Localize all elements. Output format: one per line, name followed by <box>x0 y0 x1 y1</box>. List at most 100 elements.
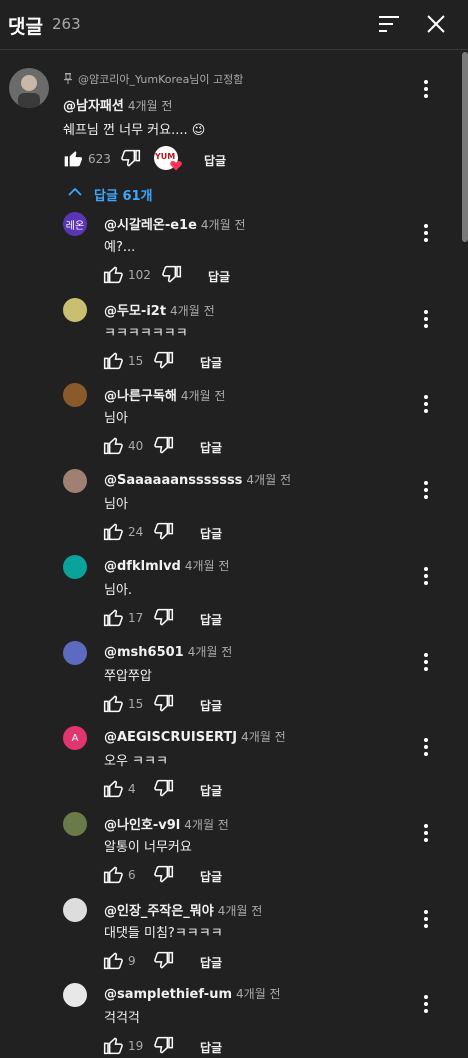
like-count: 4 <box>128 782 136 796</box>
comment-time[interactable]: 4개월 전 <box>241 730 286 744</box>
reply-button[interactable]: 답글 <box>208 268 230 285</box>
like-count: 6 <box>128 868 136 882</box>
avatar[interactable] <box>63 383 87 407</box>
avatar[interactable]: 레온 <box>63 212 87 236</box>
thumbs-down-icon[interactable] <box>154 351 174 371</box>
comment-time[interactable]: 4개월 전 <box>170 304 215 318</box>
comment-author[interactable]: @msh6501 <box>104 645 184 660</box>
scrollbar[interactable] <box>462 52 468 242</box>
comment-author[interactable]: @나른구독해 <box>104 389 177 404</box>
reply-button[interactable]: 답글 <box>200 954 222 971</box>
reply-button[interactable]: 답글 <box>200 782 222 799</box>
comment-time[interactable]: 4개월 전 <box>128 99 173 113</box>
more-options-icon[interactable] <box>424 310 428 331</box>
thumbs-down-icon[interactable] <box>121 149 141 169</box>
comment-author[interactable]: @남자패션 <box>63 99 124 114</box>
avatar[interactable]: A <box>63 726 87 750</box>
reply-button[interactable]: 답글 <box>200 354 222 371</box>
comment-author[interactable]: @samplethief-um <box>104 987 232 1002</box>
thumbs-up-icon[interactable] <box>103 264 123 284</box>
comment-author-line: @msh6501 4개월 전 <box>104 643 232 660</box>
thumbs-up-icon[interactable] <box>103 607 123 627</box>
more-options-icon[interactable] <box>424 567 428 588</box>
thumbs-up-icon[interactable] <box>63 148 83 168</box>
comment-text: 대댓들 미침?ㅋㅋㅋㅋ <box>104 926 223 941</box>
thumbs-up-icon[interactable] <box>103 864 123 884</box>
replies-toggle[interactable]: 답글 61개 <box>94 185 153 204</box>
reply-button[interactable]: 답글 <box>200 868 222 885</box>
reply-button[interactable]: 답글 <box>204 152 226 169</box>
avatar[interactable] <box>63 812 87 836</box>
avatar[interactable] <box>63 469 87 493</box>
comment-author[interactable]: @AEGISCRUISERTJ <box>104 730 237 745</box>
avatar[interactable] <box>63 898 87 922</box>
comment-time[interactable]: 4개월 전 <box>246 473 291 487</box>
chevron-up-icon[interactable] <box>68 187 82 197</box>
more-options-icon[interactable] <box>424 80 428 101</box>
thumbs-up-icon[interactable] <box>103 435 123 455</box>
more-options-icon[interactable] <box>424 738 428 759</box>
avatar[interactable] <box>63 983 87 1007</box>
comment-author[interactable]: @인장_주작은_뭐야 <box>104 904 214 919</box>
thumbs-up-icon[interactable] <box>103 350 123 370</box>
comment-author-line: @나인호-v9l 4개월 전 <box>104 814 229 833</box>
thumbs-down-icon[interactable] <box>154 608 174 628</box>
reply-button[interactable]: 답글 <box>200 525 222 542</box>
thumbs-down-icon[interactable] <box>154 865 174 885</box>
thumbs-down-icon[interactable] <box>154 694 174 714</box>
avatar[interactable] <box>63 298 87 322</box>
thumbs-down-icon[interactable] <box>154 436 174 456</box>
comment-time[interactable]: 4개월 전 <box>218 904 263 918</box>
thumbs-up-icon[interactable] <box>103 1035 123 1055</box>
comment-time[interactable]: 4개월 전 <box>185 559 230 573</box>
thumbs-down-icon[interactable] <box>154 951 174 971</box>
more-options-icon[interactable] <box>424 824 428 845</box>
comment-text: 오우 ㅋㅋㅋ <box>104 754 168 769</box>
comment-text: 님아 <box>104 411 128 426</box>
comment-time[interactable]: 4개월 전 <box>188 645 233 659</box>
comment-time[interactable]: 4개월 전 <box>201 218 246 232</box>
more-options-icon[interactable] <box>424 653 428 674</box>
comment-author[interactable]: @시갈레온-e1e <box>104 218 197 233</box>
avatar-initials: 레온 <box>65 220 85 232</box>
more-options-icon[interactable] <box>424 995 428 1016</box>
reply-button[interactable]: 답글 <box>200 1039 222 1056</box>
comment-author[interactable]: @Saaaaaansssssss <box>104 473 242 488</box>
comment-time[interactable]: 4개월 전 <box>236 987 281 1001</box>
thumbs-up-icon[interactable] <box>103 521 123 541</box>
more-options-icon[interactable] <box>424 481 428 502</box>
comment-author-line: @시갈레온-e1e 4개월 전 <box>104 214 246 233</box>
more-options-icon[interactable] <box>424 395 428 416</box>
reply-button[interactable]: 답글 <box>200 697 222 714</box>
comment-text: 예?... <box>104 240 136 255</box>
close-icon[interactable] <box>425 13 447 35</box>
like-count: 40 <box>128 439 144 453</box>
thumbs-down-icon[interactable] <box>154 779 174 799</box>
more-options-icon[interactable] <box>424 910 428 931</box>
like-count: 15 <box>128 354 144 368</box>
thumbs-up-icon[interactable] <box>103 778 123 798</box>
comment-author[interactable]: @나인호-v9l <box>104 818 180 833</box>
more-options-icon[interactable] <box>424 224 428 245</box>
avatar[interactable] <box>9 68 49 108</box>
comment-author-line: @samplethief-um 4개월 전 <box>104 985 281 1002</box>
thumbs-down-icon[interactable] <box>154 1036 174 1056</box>
comment-author[interactable]: @dfklmlvd <box>104 559 181 574</box>
comment-text: 님아. <box>104 583 133 598</box>
thumbs-up-icon[interactable] <box>103 693 123 713</box>
comment-time[interactable]: 4개월 전 <box>181 389 226 403</box>
thumbs-down-icon[interactable] <box>154 522 174 542</box>
thumbs-up-icon[interactable] <box>103 950 123 970</box>
thumbs-down-icon[interactable] <box>162 265 182 285</box>
comment-time[interactable]: 4개월 전 <box>184 818 229 832</box>
like-count: 19 <box>128 1039 144 1053</box>
comment-author[interactable]: @두모-i2t <box>104 304 166 319</box>
avatar[interactable] <box>63 641 87 665</box>
comment-text: ㅋㅋㅋㅋㅋㅋㅋ <box>104 326 188 341</box>
sort-icon[interactable] <box>378 14 400 34</box>
reply-button[interactable]: 답글 <box>200 611 222 628</box>
reply-button[interactable]: 답글 <box>200 439 222 456</box>
avatar[interactable] <box>63 555 87 579</box>
like-count: 24 <box>128 525 144 539</box>
avatar-initials: A <box>71 732 79 744</box>
